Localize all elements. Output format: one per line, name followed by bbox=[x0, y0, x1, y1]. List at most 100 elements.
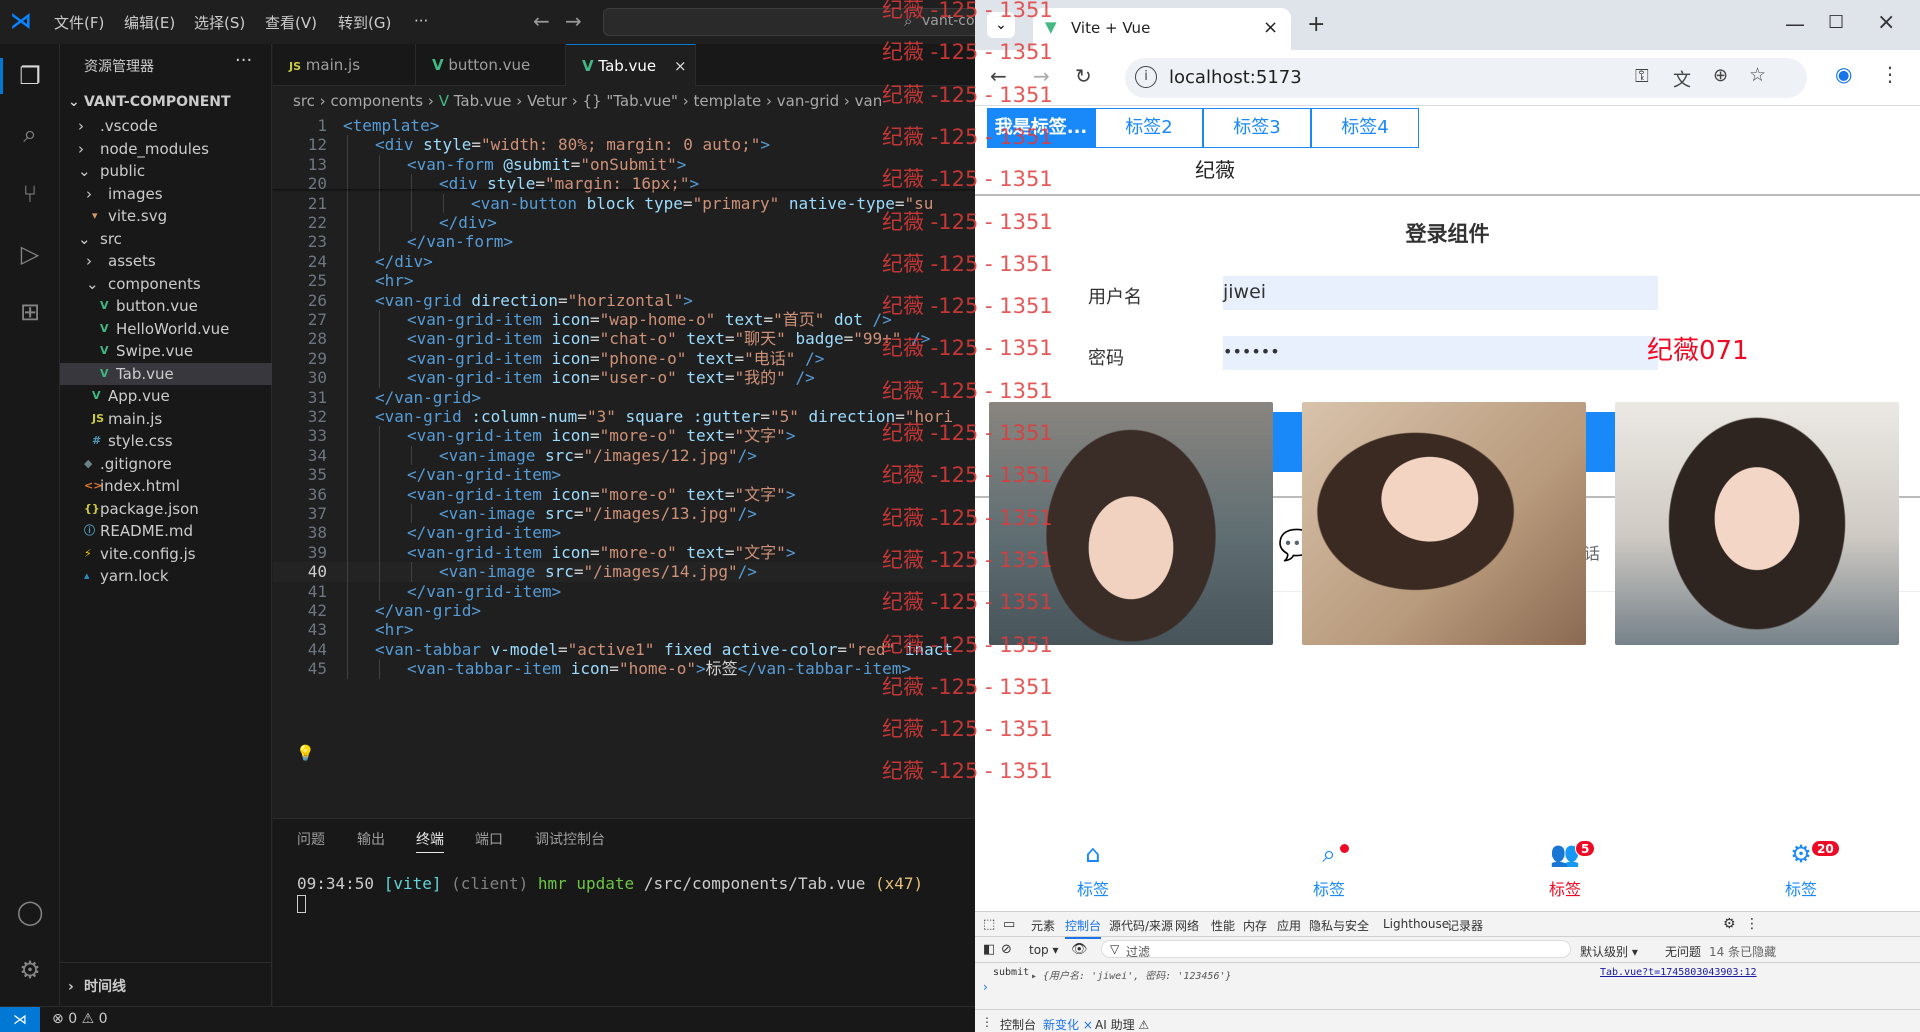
tabbar-item-3[interactable]: 👥 5 标签 bbox=[1447, 836, 1683, 911]
problems-status[interactable]: ⊗ 0 ⚠ 0 bbox=[52, 1011, 108, 1027]
profile-icon[interactable]: ◉ bbox=[1835, 62, 1852, 86]
gear-icon[interactable]: ⚙ bbox=[1723, 916, 1736, 932]
code-line[interactable]: 41 </van-grid-item> bbox=[273, 581, 975, 601]
code-line[interactable]: 30 <van-grid-item icon="user-o" text="我的"… bbox=[273, 368, 975, 388]
extensions-icon[interactable]: ⊞ bbox=[14, 296, 46, 328]
tree-item[interactable]: ⌄ components bbox=[60, 273, 272, 295]
explorer-more-button[interactable]: ··· bbox=[235, 50, 252, 71]
tree-item[interactable]: V HelloWorld.vue bbox=[60, 318, 272, 340]
log-level-select[interactable]: 默认级别 ▾ bbox=[1580, 943, 1638, 960]
tree-item[interactable]: ⌄ src bbox=[60, 228, 272, 250]
tree-item[interactable]: ▾ vite.svg bbox=[60, 205, 272, 227]
tree-item[interactable]: <> index.html bbox=[60, 475, 272, 497]
source-control-icon[interactable]: ⑂ bbox=[14, 178, 46, 210]
code-line[interactable]: 1 <template> bbox=[273, 116, 975, 135]
code-line[interactable]: 31 </van-grid> bbox=[273, 387, 975, 407]
project-root[interactable]: ⌄ VANT-COMPONENT bbox=[60, 89, 272, 115]
code-line[interactable]: 38 </van-grid-item> bbox=[273, 523, 975, 543]
drawer-tab-console[interactable]: 控制台 bbox=[1000, 1016, 1036, 1032]
code-line[interactable]: 44 <van-tabbar v-model="active1" fixed ac… bbox=[273, 639, 975, 660]
window-close-icon[interactable]: × bbox=[1877, 10, 1895, 35]
devtools-tab[interactable]: 源代码/来源 bbox=[1109, 917, 1173, 934]
context-select[interactable]: top ▾ bbox=[1029, 943, 1059, 957]
code-line[interactable]: 36 <van-grid-item icon="more-o" text="文字"… bbox=[273, 484, 975, 504]
remote-icon[interactable]: ⋊ bbox=[0, 1007, 40, 1032]
menu-kebab-icon[interactable]: ⋮ bbox=[1745, 916, 1759, 932]
tabbar-item-2[interactable]: ⌕ 标签 bbox=[1211, 836, 1447, 911]
image-grid-item-3[interactable] bbox=[1601, 394, 1899, 652]
tab-item-4[interactable]: 标签4 bbox=[1311, 108, 1419, 148]
inspect-icon[interactable]: ⬚ bbox=[983, 917, 995, 932]
tree-item[interactable]: ⌄ public bbox=[60, 160, 272, 182]
console-filter-input[interactable]: ▽ 过滤 bbox=[1101, 940, 1571, 959]
devtools-tab[interactable]: 元素 bbox=[1031, 917, 1055, 934]
tree-item[interactable]: # style.css bbox=[60, 430, 272, 452]
devtools-tab[interactable]: Lighthouse bbox=[1383, 917, 1449, 931]
eye-icon[interactable]: 👁 bbox=[1071, 942, 1088, 957]
password-input[interactable]: •••••• bbox=[1223, 336, 1658, 370]
menu-edit[interactable]: 编辑(E) bbox=[124, 12, 175, 33]
tree-item[interactable]: › node_modules bbox=[60, 138, 272, 160]
code-line[interactable]: 35 </van-grid-item> bbox=[273, 465, 975, 485]
panel-tab-debug-console[interactable]: 调试控制台 bbox=[535, 829, 605, 849]
code-line[interactable]: 42 </van-grid> bbox=[273, 601, 975, 621]
tree-item[interactable]: V Tab.vue bbox=[60, 362, 272, 385]
new-tab-icon[interactable]: + bbox=[1307, 12, 1325, 37]
crumb-template[interactable]: template bbox=[693, 92, 761, 110]
crumb-van-grid[interactable]: van-grid bbox=[777, 92, 839, 110]
devtools-tab[interactable]: 网络 bbox=[1175, 917, 1199, 934]
console-prompt[interactable]: › bbox=[983, 980, 988, 994]
panel-tab-output[interactable]: 输出 bbox=[357, 829, 385, 849]
browser-tab[interactable]: ▼ Vite + Vue × bbox=[1033, 8, 1291, 50]
site-info-icon[interactable]: i bbox=[1135, 66, 1157, 88]
close-icon[interactable]: × bbox=[1263, 17, 1278, 38]
tabbar-item-1[interactable]: ⌂ 标签 bbox=[975, 836, 1211, 911]
tree-item[interactable]: V Swipe.vue bbox=[60, 340, 272, 362]
reload-icon[interactable]: ↻ bbox=[1075, 64, 1092, 88]
tab-item-3[interactable]: 标签3 bbox=[1203, 108, 1311, 148]
star-icon[interactable]: ☆ bbox=[1749, 64, 1766, 86]
drawer-tab-whats-new[interactable]: 新变化 × bbox=[1043, 1016, 1093, 1032]
tree-item[interactable]: › images bbox=[60, 183, 272, 205]
tree-item[interactable]: ▴ yarn.lock bbox=[60, 565, 272, 587]
tree-item[interactable]: › assets bbox=[60, 250, 272, 272]
code-line[interactable]: 25 <hr> bbox=[273, 271, 975, 291]
sidebar-toggle-icon[interactable]: ◧ bbox=[983, 942, 995, 957]
tab-button-vue[interactable]: V button.vue bbox=[416, 44, 566, 86]
crumb-module[interactable]: {} "Tab.vue" bbox=[583, 92, 678, 110]
device-icon[interactable]: ▭ bbox=[1003, 917, 1015, 932]
code-line[interactable]: 32 <van-grid :column-num="3" square :gutt… bbox=[273, 407, 975, 427]
menu-go[interactable]: 转到(G) bbox=[338, 12, 391, 33]
menu-selection[interactable]: 选择(S) bbox=[194, 12, 245, 33]
menu-view[interactable]: 查看(V) bbox=[265, 12, 317, 33]
tree-item[interactable]: Vbutton.vue bbox=[60, 295, 272, 317]
explorer-icon[interactable]: ❐ bbox=[14, 60, 46, 92]
code-line[interactable]: 29 <van-grid-item icon="phone-o" text="电话… bbox=[273, 348, 975, 369]
lightbulb-icon[interactable]: 💡 bbox=[296, 744, 315, 762]
tabbar-item-4[interactable]: ⚙ 20 标签 bbox=[1683, 836, 1919, 911]
tree-item[interactable]: {} package.json bbox=[60, 498, 272, 520]
clear-console-icon[interactable]: ⊘ bbox=[1001, 942, 1012, 957]
code-line[interactable]: 12 <div style="width: 80%; margin: 0 auto… bbox=[273, 135, 975, 155]
crumb-van[interactable]: van bbox=[855, 92, 883, 110]
translate-icon[interactable]: 文 bbox=[1673, 66, 1691, 92]
forward-arrow-icon[interactable]: → bbox=[565, 9, 582, 33]
panel-tab-problems[interactable]: 问题 bbox=[297, 829, 325, 849]
code-line[interactable]: 24 </div> bbox=[273, 251, 975, 272]
menu-more[interactable]: ··· bbox=[414, 12, 428, 30]
tree-item[interactable]: › .vscode bbox=[60, 115, 272, 137]
code-line[interactable]: 21 <van-button block type="primary" nativ… bbox=[273, 193, 975, 213]
code-line[interactable]: 34 <van-image src="/images/12.jpg"/> bbox=[273, 445, 975, 466]
code-line[interactable]: 43 <hr> bbox=[273, 620, 975, 640]
code-line[interactable]: 40 <van-image src="/images/14.jpg"/> bbox=[273, 562, 975, 582]
code-line[interactable]: 13 <van-form @submit="onSubmit"> bbox=[273, 154, 975, 175]
code-line[interactable]: 39 <van-grid-item icon="more-o" text="文字"… bbox=[273, 542, 975, 563]
menu-file[interactable]: 文件(F) bbox=[54, 12, 104, 33]
drawer-menu-icon[interactable]: ⋮ bbox=[981, 1015, 993, 1029]
terminal-output[interactable]: 09:34:50 [vite] (client) hmr update /src… bbox=[297, 874, 923, 913]
tree-item[interactable]: ◆ .gitignore bbox=[60, 453, 272, 475]
gear-icon[interactable]: ⚙ bbox=[14, 954, 46, 986]
tree-item[interactable]: JS main.js bbox=[60, 408, 272, 430]
devtools-tab[interactable]: 性能 bbox=[1211, 917, 1235, 934]
code-line[interactable]: 37 <van-image src="/images/13.jpg"/> bbox=[273, 504, 975, 524]
